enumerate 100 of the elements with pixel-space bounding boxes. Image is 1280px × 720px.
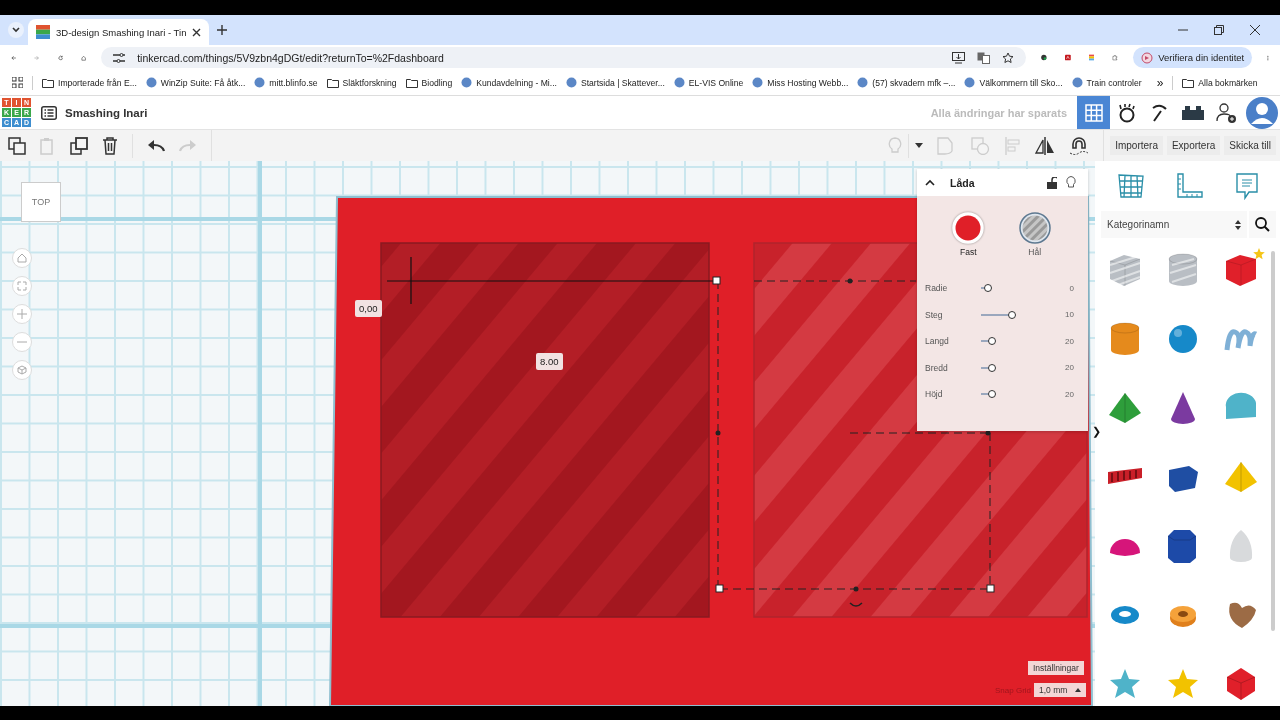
workplane-grid-icon[interactable] — [1116, 173, 1145, 199]
resize-handle[interactable] — [715, 584, 724, 593]
translate-icon[interactable] — [977, 51, 991, 64]
home-icon — [17, 253, 27, 263]
bookmark[interactable]: (57) skvadern mfk –... — [857, 77, 956, 88]
design-name[interactable]: Smashing Inari — [65, 106, 148, 119]
save-status: Alla ändringar har sparats — [930, 106, 1067, 119]
parameter-value: 20 — [1064, 363, 1074, 373]
handle-dot[interactable] — [853, 586, 859, 592]
bookmark[interactable]: EL-VIS Online — [673, 77, 744, 88]
parameter-label: Steg — [925, 309, 944, 320]
settings-button[interactable]: Inställningar — [1028, 661, 1084, 675]
site-icon — [673, 77, 685, 88]
delete-button[interactable] — [102, 136, 118, 155]
caret-icon — [1075, 688, 1082, 692]
add-user-icon — [1214, 101, 1237, 124]
handle-dot[interactable] — [847, 278, 853, 284]
bookmark[interactable]: Biodling — [405, 77, 453, 88]
folder-icon — [405, 77, 418, 88]
search-button[interactable] — [1249, 211, 1276, 238]
bookmark[interactable]: Startsida | Skattever... — [565, 77, 665, 88]
scrollbar[interactable] — [1271, 251, 1275, 631]
dimension-label[interactable]: 8.00 — [536, 353, 563, 370]
plus-icon — [17, 309, 27, 319]
bookmark[interactable]: Train controler — [1071, 77, 1142, 88]
resize-handle[interactable] — [986, 584, 995, 593]
bookmark[interactable]: mitt.blinfo.se — [254, 77, 318, 88]
cube-icon — [17, 365, 27, 375]
collapse-panel-button[interactable]: ❯ — [1091, 424, 1103, 438]
undo-button[interactable] — [147, 138, 165, 153]
profile-button[interactable]: Verifiera din identitet — [1133, 47, 1253, 68]
handle-dot[interactable] — [715, 430, 721, 436]
apps-icon[interactable] — [12, 77, 23, 88]
close-icon[interactable] — [1250, 25, 1260, 35]
parameter-value: 0 — [1068, 283, 1074, 293]
bookmark[interactable]: Alla bokmärken — [1182, 77, 1258, 88]
duplicate-button[interactable] — [70, 136, 88, 155]
site-icon — [964, 77, 976, 88]
parameter-label: Radie — [925, 283, 949, 294]
star-icon[interactable] — [1002, 51, 1015, 64]
delete-icon — [102, 136, 118, 155]
action-button[interactable]: Skicka till — [1224, 136, 1276, 155]
magnet-icon — [1069, 135, 1090, 156]
close-icon[interactable] — [192, 27, 202, 37]
category-select[interactable]: Kategorinamn — [1101, 211, 1247, 238]
tab-list-button[interactable] — [8, 22, 24, 38]
bookmark[interactable]: Importerade från E... — [42, 77, 137, 88]
copy-button[interactable] — [8, 136, 26, 155]
lock-icon[interactable] — [1047, 176, 1057, 189]
parameter-label: Langd — [925, 336, 950, 347]
grid-view-button[interactable] — [1077, 96, 1110, 129]
solid-button[interactable]: Fast — [952, 212, 985, 257]
resize-handle[interactable] — [712, 276, 721, 285]
more-bookmarks-button[interactable]: » — [1156, 75, 1164, 90]
duplicate-icon — [70, 136, 88, 155]
snap-grid-select[interactable]: 1,0 mm — [1034, 683, 1087, 697]
list-icon[interactable] — [41, 105, 57, 120]
align-icon — [1005, 136, 1022, 155]
dimension-label[interactable]: 0,00 — [355, 300, 382, 317]
bookmark[interactable]: WinZip Suite: Få åtk... — [145, 77, 246, 88]
bookmark[interactable]: Släktforskning — [326, 77, 397, 88]
tinkercad-icon — [36, 25, 50, 39]
install-icon[interactable] — [952, 51, 966, 64]
hole-button[interactable]: Hål — [1018, 212, 1051, 257]
copy-icon — [8, 136, 26, 155]
bookmark[interactable]: Kundavdelning - Mi... — [461, 77, 557, 88]
magnet-button[interactable] — [1069, 135, 1090, 156]
profile-icon — [1141, 51, 1154, 64]
caret-icon — [915, 143, 924, 148]
folder-icon — [42, 77, 54, 88]
parameter-label: Bredd — [925, 362, 949, 373]
site-icon — [565, 77, 577, 88]
mirror-button[interactable] — [1035, 136, 1056, 155]
bookmark[interactable]: Miss Hosting Webb... — [752, 77, 849, 88]
ruler-icon[interactable] — [1175, 173, 1204, 199]
site-settings-icon[interactable] — [113, 52, 126, 63]
collapse-icon[interactable] — [925, 179, 935, 186]
light-bulb-icon[interactable] — [1066, 176, 1076, 189]
restore-icon[interactable] — [1214, 25, 1224, 35]
hand-ball-icon — [1116, 102, 1137, 123]
redo-icon — [179, 138, 197, 153]
avatar[interactable] — [1246, 96, 1278, 129]
action-button[interactable]: Importera — [1110, 136, 1163, 155]
url-text: tinkercad.com/things/5V9zbn4gDGt/edit?returnTo=%2Fdashboard — [137, 51, 444, 64]
parameter-value: 10 — [1064, 310, 1074, 320]
bookmark[interactable]: Välkommern till Sko... — [964, 77, 1063, 88]
browser-tab[interactable]: 3D-design Smashing Inari - Tin — [28, 19, 210, 45]
address-bar[interactable]: tinkercad.com/things/5V9zbn4gDGt/edit?returnTo=%2Fdashboard — [101, 47, 1027, 68]
new-tab-icon[interactable] — [217, 25, 228, 35]
parameter-value: 20 — [1064, 336, 1074, 346]
rotate-handle[interactable] — [849, 602, 863, 607]
chevron-down-icon — [11, 25, 21, 35]
action-button[interactable]: Exportera — [1166, 136, 1221, 155]
folder-icon — [326, 77, 339, 88]
folder-icon — [1182, 77, 1195, 88]
notes-icon[interactable] — [1234, 172, 1259, 200]
parameter-label: Höjd — [925, 389, 944, 400]
view-cube[interactable]: TOP — [21, 182, 61, 222]
shape-title: Låda — [950, 176, 975, 189]
site-icon — [145, 77, 157, 88]
